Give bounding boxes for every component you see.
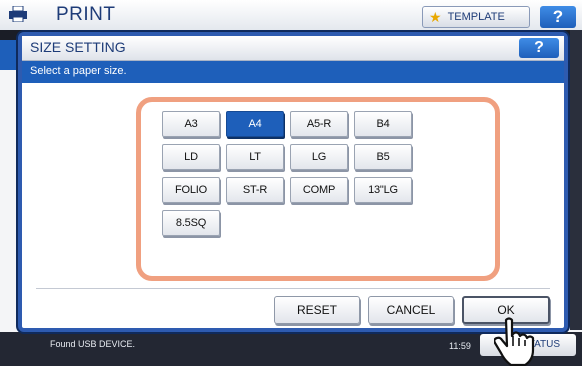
printer-icon: [9, 6, 27, 22]
paper-size-button-b5[interactable]: B5: [354, 144, 412, 170]
background-header: PRINT ★ TEMPLATE ?: [0, 0, 582, 30]
star-icon: ★: [429, 8, 442, 25]
paper-size-button-lt[interactable]: LT: [226, 144, 284, 170]
background-title: PRINT: [56, 4, 116, 25]
instruction-bar: Select a paper size.: [22, 61, 564, 83]
dialog-title: SIZE SETTING: [30, 39, 126, 55]
footer-clock: 11:59: [449, 341, 471, 351]
reset-button[interactable]: RESET: [274, 296, 360, 324]
paper-size-button-st-r[interactable]: ST-R: [226, 177, 284, 203]
paper-size-button-a3[interactable]: A3: [162, 111, 220, 137]
paper-size-button-13lg[interactable]: 13"LG: [354, 177, 412, 203]
paper-size-button-a5-r[interactable]: A5-R: [290, 111, 348, 137]
dialog-help-button[interactable]: ?: [519, 38, 559, 58]
instruction-text: Select a paper size.: [30, 65, 127, 77]
template-button-label: TEMPLATE: [447, 11, 505, 23]
paper-size-button-85sq[interactable]: 8.5SQ: [162, 210, 220, 236]
paper-size-button-ld[interactable]: LD: [162, 144, 220, 170]
paper-size-button-b4[interactable]: B4: [354, 111, 412, 137]
background-right-strip: [570, 30, 582, 330]
paper-size-button-a4[interactable]: A4: [226, 111, 284, 137]
cancel-button[interactable]: CANCEL: [368, 296, 454, 324]
paper-size-button-comp[interactable]: COMP: [290, 177, 348, 203]
dialog-divider: [36, 288, 550, 289]
size-setting-dialog: SIZE SETTING ? Select a paper size. A3 A…: [18, 32, 568, 332]
template-button[interactable]: ★ TEMPLATE: [422, 6, 530, 28]
dialog-titlebar: SIZE SETTING ?: [22, 36, 564, 61]
hand-pointer-icon: [494, 317, 535, 366]
background-help-button[interactable]: ?: [540, 6, 576, 28]
footer-message: Found USB DEVICE.: [50, 339, 136, 349]
paper-size-button-folio[interactable]: FOLIO: [162, 177, 220, 203]
paper-size-button-lg[interactable]: LG: [290, 144, 348, 170]
